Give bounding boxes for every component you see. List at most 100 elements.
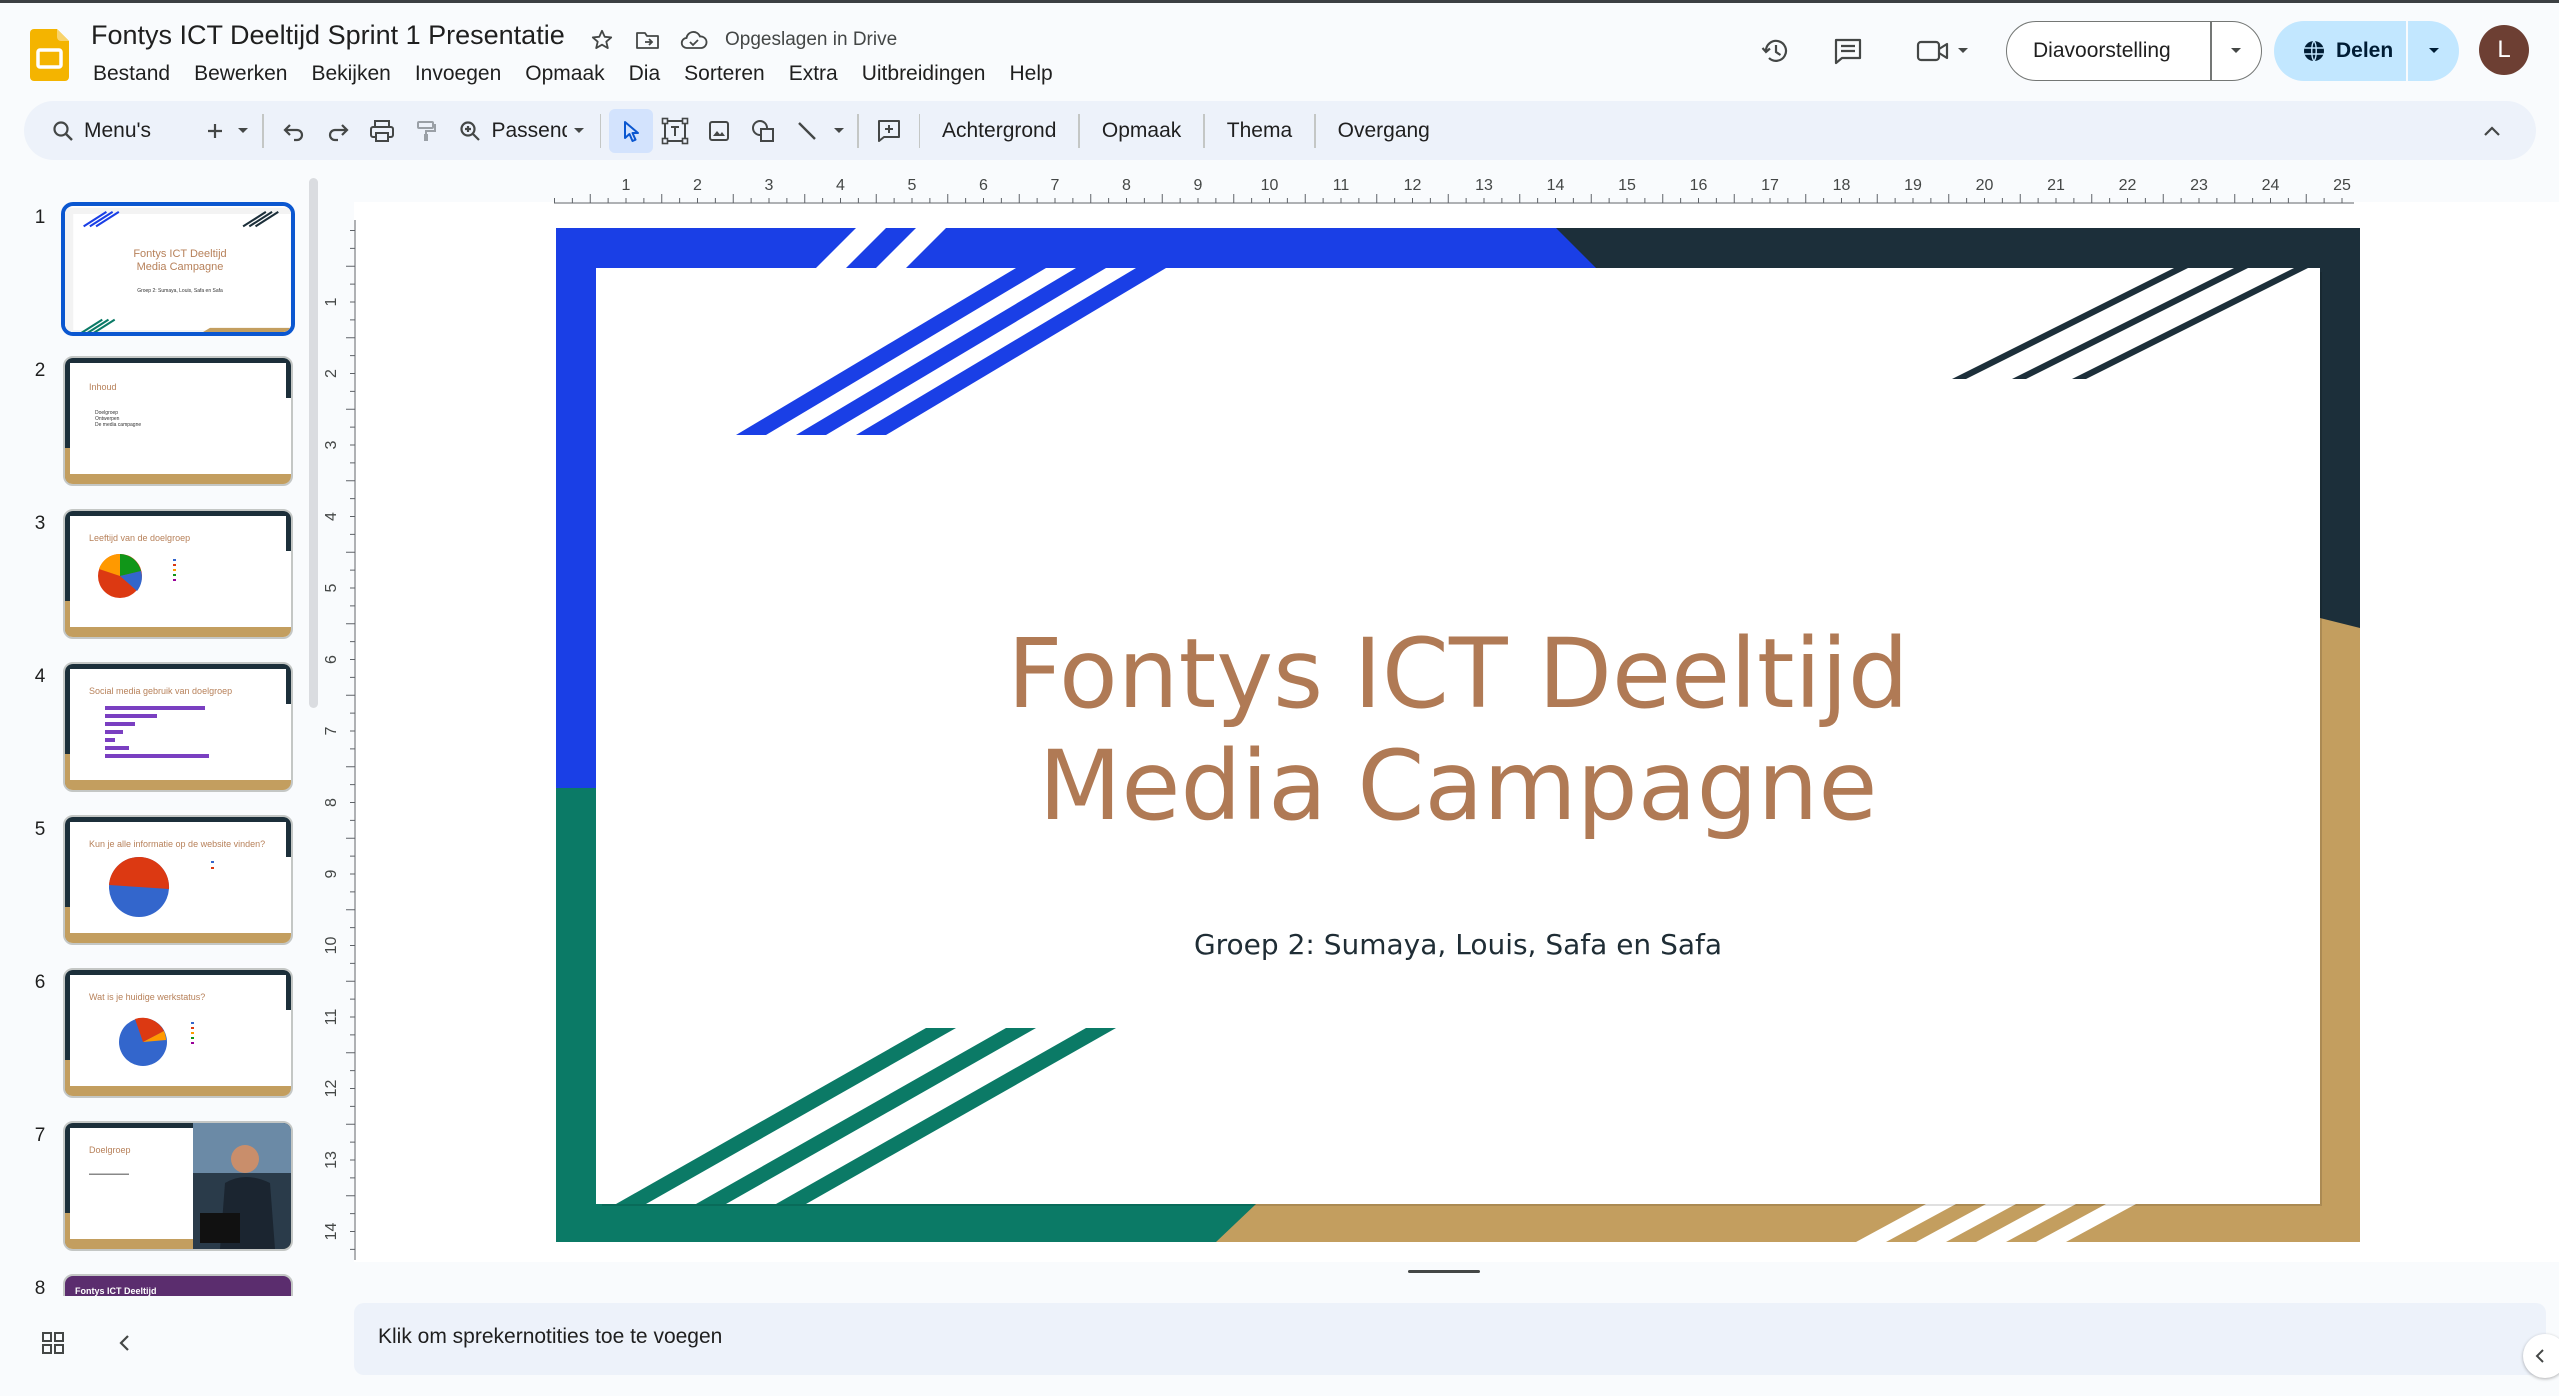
- thumb-5-frame: [65, 817, 291, 943]
- notes-resize-handle[interactable]: [1408, 1270, 1480, 1273]
- menu-search-label: Menu's: [84, 118, 152, 142]
- ruler-label: 8: [323, 798, 340, 807]
- star-icon[interactable]: [585, 23, 619, 57]
- menu-format[interactable]: Opmaak: [513, 59, 616, 89]
- slide-thumbnail-3[interactable]: Leeftijd van de doelgroep: [63, 509, 293, 639]
- ruler-label: 2: [693, 177, 702, 194]
- line-options-caret[interactable]: [829, 109, 849, 153]
- paint-format-button[interactable]: [404, 109, 448, 153]
- undo-button[interactable]: [272, 109, 316, 153]
- slide-number: 2: [34, 360, 46, 381]
- ruler-label: 2: [323, 369, 340, 378]
- ruler-label: 8: [1122, 177, 1131, 194]
- menu-arrange[interactable]: Sorteren: [672, 59, 777, 89]
- slideshow-button[interactable]: Diavoorstelling: [2006, 21, 2262, 81]
- slide-subtitle[interactable]: Groep 2: Sumaya, Louis, Safa en Safa: [556, 928, 2360, 961]
- ruler-label: 4: [323, 512, 340, 521]
- chevron-down-icon: [834, 127, 844, 133]
- plus-icon: [208, 123, 222, 138]
- menu-insert[interactable]: Invoegen: [403, 59, 513, 89]
- menu-slide[interactable]: Dia: [617, 59, 673, 89]
- image-icon: [709, 120, 729, 141]
- avatar[interactable]: L: [2479, 25, 2529, 75]
- toolbar-divider: [918, 113, 920, 148]
- new-slide-button[interactable]: [198, 109, 232, 153]
- thumb-4-title: Social media gebruik van doelgroep: [89, 686, 233, 696]
- slide-thumbnail-6[interactable]: Wat is je huidige werkstatus?: [63, 968, 293, 1098]
- meet-button[interactable]: [1905, 27, 1981, 75]
- slideshow-options-caret[interactable]: [2212, 46, 2262, 56]
- background-button[interactable]: Achtergrond: [928, 119, 1070, 143]
- share-options-caret[interactable]: [2408, 46, 2459, 56]
- menu-edit[interactable]: Bewerken: [182, 59, 299, 89]
- side-panel-toggle[interactable]: [2523, 1334, 2559, 1378]
- share-button[interactable]: Delen: [2274, 21, 2459, 81]
- paint-format-icon: [416, 120, 436, 141]
- share-main[interactable]: Delen: [2274, 39, 2406, 63]
- transition-button[interactable]: Overgang: [1324, 119, 1444, 143]
- line-tool[interactable]: [785, 109, 829, 153]
- select-tool[interactable]: [609, 108, 653, 153]
- toolbar: Menu's Passend Achtergrond Opmaak Thema …: [24, 101, 2536, 160]
- image-tool[interactable]: [697, 109, 741, 153]
- ruler-label: 18: [1833, 177, 1851, 194]
- ruler-label: 19: [1904, 177, 1922, 194]
- horizontal-ruler[interactable]: 1 2 3 4 5 6 7 8 9 10 11 12 13 14 15 16 17 18 19 20 21 22 23 24 2…: [554, 172, 2354, 204]
- move-folder-icon[interactable]: [631, 23, 665, 57]
- slides-logo-icon[interactable]: [30, 29, 69, 81]
- slide-number: 8: [34, 1278, 46, 1296]
- zoom-select[interactable]: Passend: [492, 119, 592, 143]
- zoom-icon: [459, 120, 480, 141]
- menu-file[interactable]: Bestand: [81, 59, 182, 89]
- layout-button[interactable]: Opmaak: [1088, 119, 1195, 143]
- collapse-filmstrip-button[interactable]: [115, 1330, 135, 1361]
- print-button[interactable]: [360, 109, 404, 153]
- menu-view[interactable]: Bekijken: [299, 59, 402, 89]
- slide-thumbnail-4[interactable]: Social media gebruik van doelgroep: [63, 662, 293, 792]
- ruler-label: 20: [1976, 177, 1994, 194]
- grid-view-icon: [42, 1332, 64, 1354]
- saved-status: Opgeslagen in Drive: [725, 29, 898, 50]
- ruler-label: 13: [1475, 177, 1493, 194]
- ruler-label: 10: [1261, 177, 1279, 194]
- slide-thumbnail-2[interactable]: Inhoud Doelgroep Ontwerpen De media camp…: [63, 356, 293, 486]
- slide-number: 7: [34, 1125, 46, 1146]
- theme-button[interactable]: Thema: [1213, 119, 1306, 143]
- chevron-down-icon: [1958, 48, 1968, 53]
- ruler-label: 25: [2333, 177, 2351, 194]
- menu-search[interactable]: Menu's: [52, 110, 198, 152]
- slide-thumbnail-8[interactable]: Fontys ICT Deeltijd: [63, 1274, 293, 1296]
- collapse-toolbar-button[interactable]: [2470, 109, 2514, 153]
- history-icon[interactable]: [1752, 27, 1800, 75]
- filmstrip-scrollbar[interactable]: [309, 178, 318, 708]
- slide-thumbnail-7[interactable]: Doelgroep ▬▬▬▬▬▬▬▬: [63, 1121, 293, 1251]
- slide-thumbnail-1[interactable]: Fontys ICT Deeltijd Media Campagne Groep …: [61, 202, 295, 336]
- shape-tool[interactable]: [741, 109, 785, 153]
- comment-icon[interactable]: [1824, 27, 1872, 75]
- chevron-down-icon: [238, 127, 248, 133]
- textbox-tool[interactable]: [653, 109, 697, 153]
- search-icon: [53, 120, 73, 141]
- grid-view-button[interactable]: [40, 1330, 66, 1361]
- zoom-button[interactable]: [448, 109, 492, 153]
- slide-title-line: Media Campagne: [1038, 730, 1878, 842]
- document-title[interactable]: Fontys ICT Deeltijd Sprint 1 Presentatie: [91, 20, 565, 51]
- cloud-saved-icon[interactable]: [677, 23, 711, 57]
- vertical-ruler[interactable]: 1234567891011121314: [322, 220, 356, 1260]
- menu-extensions[interactable]: Uitbreidingen: [850, 59, 998, 89]
- slide-thumbnail-5[interactable]: Kun je alle informatie op de website vin…: [63, 815, 293, 945]
- slide-filmstrip: 1 Fontys ICT Deeltijd Media Campagne Groe…: [0, 176, 314, 1296]
- thumb-2-title: Inhoud: [89, 382, 117, 392]
- menu-help[interactable]: Help: [997, 59, 1064, 89]
- insert-comment-button[interactable]: [867, 109, 911, 153]
- new-slide-layout-caret[interactable]: [232, 109, 254, 153]
- menu-tools[interactable]: Extra: [777, 59, 850, 89]
- slide-title[interactable]: Fontys ICT Deeltijd Media Campagne: [556, 618, 2360, 842]
- chevron-down-icon: [573, 127, 584, 133]
- ruler-label: 3: [765, 177, 774, 194]
- redo-button[interactable]: [316, 109, 360, 153]
- thumb-1-subtitle: Groep 2: Sumaya, Louis, Safa en Safa: [137, 288, 223, 294]
- slide-canvas[interactable]: Fontys ICT Deeltijd Media Campagne Groep…: [556, 228, 2360, 1242]
- speaker-notes[interactable]: Klik om sprekernotities toe te voegen: [354, 1303, 2546, 1375]
- undo-icon: [282, 123, 303, 141]
